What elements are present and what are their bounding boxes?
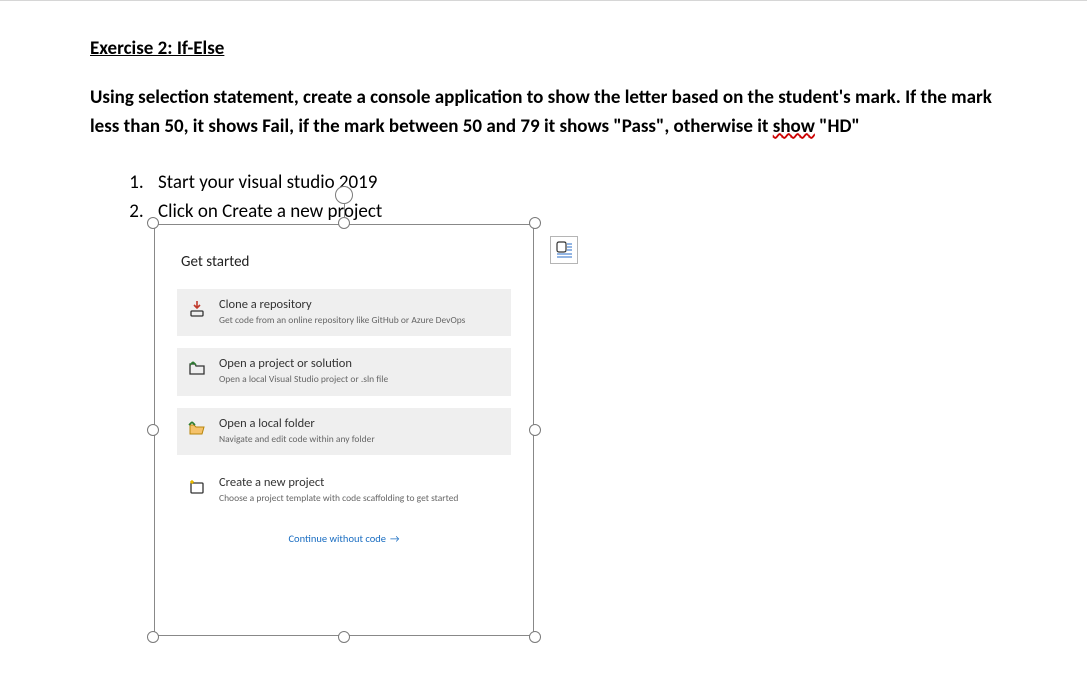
open-project-title: Open a project or solution [219, 356, 501, 371]
continue-link-text: Continue without code [288, 532, 386, 545]
open-project-sub: Open a local Visual Studio project or .s… [219, 373, 501, 385]
get-started-heading: Get started [181, 253, 511, 271]
embedded-screenshot: Get started Clone a repository Get code … [154, 224, 534, 636]
clone-repository-tile[interactable]: Clone a repository Get code from an onli… [177, 289, 511, 336]
document-page: Exercise 2: If-Else Using selection stat… [0, 7, 1087, 676]
resize-handle-ml[interactable] [147, 424, 159, 436]
open-solution-icon [187, 358, 207, 378]
get-started-list: Clone a repository Get code from an onli… [177, 289, 511, 545]
desc-part2: "HD" [815, 115, 860, 138]
continue-without-code-link[interactable]: Continue without code → [177, 532, 511, 545]
rotate-handle[interactable] [335, 186, 353, 204]
steps-list: Start your visual studio 2019 Click on C… [126, 169, 997, 226]
exercise-description: Using selection statement, create a cons… [90, 84, 997, 141]
resize-handle-mr[interactable] [529, 424, 541, 436]
open-folder-icon [187, 418, 207, 438]
resize-handle-bm[interactable] [338, 631, 350, 643]
layout-options-button[interactable] [550, 236, 578, 264]
step-item-1: Start your visual studio 2019 [148, 169, 997, 198]
clone-repository-title: Clone a repository [219, 297, 501, 312]
open-project-tile[interactable]: Open a project or solution Open a local … [177, 348, 511, 395]
resize-handle-tl[interactable] [147, 217, 159, 229]
arrow-right-icon: → [390, 532, 400, 545]
spellcheck-word[interactable]: show [773, 115, 815, 138]
download-icon [187, 299, 207, 319]
open-folder-tile[interactable]: Open a local folder Navigate and edit co… [177, 408, 511, 455]
exercise-title: Exercise 2: If-Else [90, 37, 997, 60]
open-folder-sub: Navigate and edit code within any folder [219, 433, 501, 445]
open-folder-title: Open a local folder [219, 416, 501, 431]
create-project-title: Create a new project [219, 475, 501, 490]
resize-handle-br[interactable] [529, 631, 541, 643]
step-item-2: Click on Create a new project [148, 198, 997, 227]
new-project-icon [187, 477, 207, 497]
top-divider [0, 0, 1087, 1]
selected-image-container[interactable]: Get started Clone a repository Get code … [154, 224, 534, 636]
create-project-tile[interactable]: Create a new project Choose a project te… [177, 467, 511, 514]
resize-handle-bl[interactable] [147, 631, 159, 643]
create-project-sub: Choose a project template with code scaf… [219, 492, 501, 504]
resize-handle-tm[interactable] [338, 217, 350, 229]
layout-options-icon [555, 241, 573, 259]
resize-handle-tr[interactable] [529, 217, 541, 229]
clone-repository-sub: Get code from an online repository like … [219, 314, 501, 326]
